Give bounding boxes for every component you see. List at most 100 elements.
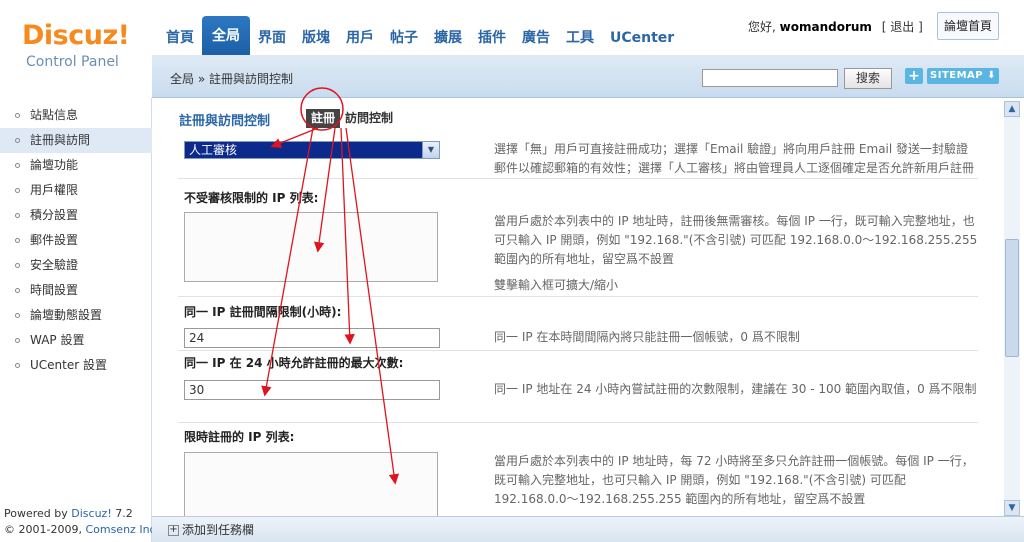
verify-mode-select[interactable]: 人工審核 ▼: [184, 141, 440, 159]
greeting: 您好,: [748, 20, 776, 34]
sidebar-item-label: WAP 設置: [30, 333, 85, 347]
bullet-icon: [15, 338, 20, 343]
nav-tab-5[interactable]: 帖子: [382, 16, 426, 56]
main-content: 註冊與訪問控制 註冊 訪問控制 人工審核 ▼ 選擇「無」用戶可直接註冊成功；選擇…: [158, 98, 1024, 516]
sidebar-item-label: UCenter 設置: [30, 358, 107, 372]
sidebar-item-6[interactable]: 安全驗證: [0, 253, 152, 278]
sidebar-item-label: 論壇動態設置: [30, 308, 103, 322]
nav-tab-1[interactable]: 全局: [202, 16, 250, 56]
sidebar-item-label: 郵件設置: [30, 233, 79, 247]
divider: [178, 296, 978, 297]
nav-tab-7[interactable]: 插件: [470, 16, 514, 56]
add-to-taskbar-button[interactable]: + 添加到任務欄: [168, 521, 254, 538]
page-title: 註冊與訪問控制: [179, 114, 271, 129]
sidebar-item-label: 論壇功能: [30, 158, 79, 172]
add-shortcut-button[interactable]: +: [905, 68, 923, 84]
company-link[interactable]: Comsenz Inc.: [85, 523, 159, 536]
sidebar-item-label: 安全驗證: [30, 258, 79, 272]
crumb-bar: 全局 » 註冊與訪問控制 搜索 + SITEMAP ⬇: [152, 59, 1024, 98]
sidebar-item-9[interactable]: WAP 設置: [0, 328, 152, 353]
bullet-icon: [15, 263, 20, 268]
nav-tab-2[interactable]: 界面: [250, 16, 294, 56]
max-reg-label: 同一 IP 在 24 小時允許註冊的最大次數:: [184, 356, 404, 370]
sidebar-item-label: 站點信息: [30, 108, 79, 122]
scroll-thumb[interactable]: [1005, 239, 1019, 357]
bullet-icon: [15, 213, 20, 218]
sidebar-item-3[interactable]: 用戶權限: [0, 178, 152, 203]
bullet-icon: [15, 188, 20, 193]
nav-tab-3[interactable]: 版塊: [294, 16, 338, 56]
bullet-icon: [15, 363, 20, 368]
nav-tab-6[interactable]: 擴展: [426, 16, 470, 56]
plus-box-icon: +: [168, 524, 179, 536]
product-link[interactable]: Discuz!: [71, 507, 111, 520]
timed-ip-label: 限時註冊的 IP 列表:: [184, 430, 295, 444]
max-reg-input[interactable]: 30: [184, 380, 440, 400]
logo-brand: Discuz!: [22, 20, 130, 51]
max-reg-desc: 同一 IP 地址在 24 小時內嘗試註冊的次數限制，建議在 30 - 100 範…: [494, 382, 977, 396]
username: womandorum: [779, 20, 872, 34]
sidebar-item-7[interactable]: 時間設置: [0, 278, 152, 303]
bullet-icon: [15, 113, 20, 118]
sidebar-item-5[interactable]: 郵件設置: [0, 228, 152, 253]
nav-tab-4[interactable]: 用戶: [338, 16, 382, 56]
logo-subtitle: Control Panel: [26, 54, 119, 70]
sidebar-item-label: 時間設置: [30, 283, 79, 297]
sidebar-item-label: 積分設置: [30, 208, 79, 222]
divider: [178, 422, 978, 423]
verify-mode-value: 人工審核: [189, 143, 238, 157]
divider: [178, 178, 978, 179]
ip-whitelist-textarea[interactable]: [184, 212, 438, 282]
bullet-icon: [15, 138, 20, 143]
sidebar-item-1[interactable]: 註冊與訪問: [0, 128, 152, 153]
powered-text: Powered by: [4, 507, 72, 520]
add-to-taskbar-label: 添加到任務欄: [182, 523, 255, 537]
bullet-icon: [15, 288, 20, 293]
sidebar-item-label: 用戶權限: [30, 183, 79, 197]
breadcrumb: 全局 » 註冊與訪問控制: [170, 72, 293, 86]
sidebar-menu: 站點信息註冊與訪問論壇功能用戶權限積分設置郵件設置安全驗證時間設置論壇動態設置 W…: [0, 103, 152, 378]
version-text: 7.2: [111, 507, 133, 520]
bottom-bar: + 添加到任務欄: [152, 516, 1024, 542]
search-button[interactable]: 搜索: [844, 68, 892, 89]
divider: [178, 350, 978, 351]
sidebar-item-8[interactable]: 論壇動態設置: [0, 303, 152, 328]
sitemap-button[interactable]: SITEMAP ⬇: [927, 68, 999, 84]
nav-tab-8[interactable]: 廣告: [514, 16, 558, 56]
timed-ip-desc: 當用戶處於本列表中的 IP 地址時，每 72 小時將至多只允許註冊一個帳號。每個…: [494, 454, 974, 506]
scroll-down-icon[interactable]: ▼: [1004, 500, 1020, 516]
nav-band: 全局 » 註冊與訪問控制 搜索 + SITEMAP ⬇: [152, 55, 1024, 98]
sub-tabs: 註冊 訪問控制: [306, 109, 398, 128]
ip-whitelist-label: 不受審核限制的 IP 列表:: [184, 191, 319, 205]
sidebar-item-0[interactable]: 站點信息: [0, 103, 152, 128]
sidebar: 站點信息註冊與訪問論壇功能用戶權限積分設置郵件設置安全驗證時間設置論壇動態設置 W…: [0, 98, 159, 542]
copyright-text: © 2001-2009,: [4, 523, 86, 536]
vertical-scrollbar[interactable]: ▲ ▼: [1004, 101, 1020, 516]
bullet-icon: [15, 313, 20, 318]
sidebar-item-4[interactable]: 積分設置: [0, 203, 152, 228]
nav-tab-0[interactable]: 首頁: [158, 16, 202, 56]
sidebar-item-10[interactable]: UCenter 設置: [0, 353, 152, 378]
user-bar: 您好, womandorum [ 退出 ]: [748, 18, 923, 35]
sidebar-item-2[interactable]: 論壇功能: [0, 153, 152, 178]
tab-access-control[interactable]: 訪問控制: [340, 109, 398, 128]
tab-register[interactable]: 註冊: [306, 109, 341, 128]
logout-link[interactable]: [ 退出 ]: [882, 20, 923, 34]
reg-interval-desc: 同一 IP 在本時間間隔內將只能註冊一個帳號，0 爲不限制: [494, 330, 800, 344]
reg-interval-input[interactable]: 24: [184, 328, 440, 348]
settings-form: 註冊與訪問控制 註冊 訪問控制 人工審核 ▼ 選擇「無」用戶可直接註冊成功；選擇…: [158, 98, 1003, 516]
verify-mode-desc: 選擇「無」用戶可直接註冊成功；選擇「Email 驗證」將向用戶註冊 Email …: [494, 142, 975, 175]
reg-interval-label: 同一 IP 註冊間隔限制(小時):: [184, 305, 342, 319]
forum-home-button[interactable]: 論壇首頁: [937, 12, 999, 40]
nav-tab-9[interactable]: 工具: [558, 16, 602, 56]
nav-tab-10[interactable]: UCenter: [602, 16, 682, 56]
logo: Discuz! Control Panel: [0, 0, 152, 98]
bullet-icon: [15, 238, 20, 243]
copyright: Powered by Discuz! 7.2 © 2001-2009, Coms…: [4, 506, 159, 538]
timed-ip-textarea[interactable]: [184, 452, 438, 516]
sidebar-item-label: 註冊與訪問: [30, 133, 91, 147]
search-input[interactable]: [702, 69, 838, 87]
scroll-up-icon[interactable]: ▲: [1004, 101, 1020, 117]
ip-whitelist-desc: 當用戶處於本列表中的 IP 地址時，註冊後無需審核。每個 IP 一行，既可輸入完…: [494, 214, 978, 266]
chevron-down-icon[interactable]: ▼: [422, 142, 439, 158]
